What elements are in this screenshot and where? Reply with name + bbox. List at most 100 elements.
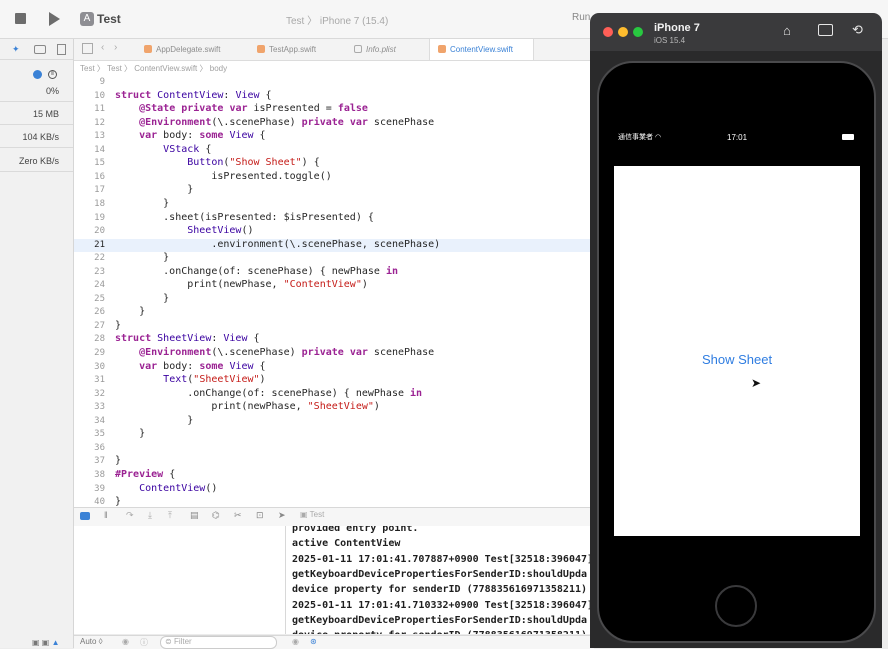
console-line: device property for senderID (7788356169… [292,584,588,596]
step-out-icon[interactable]: ⤒ [168,510,172,521]
code-line[interactable]: } [115,320,121,331]
stop-button[interactable] [15,13,26,24]
code-line[interactable]: .onChange(of: scenePhase) { newPhase in [115,266,398,277]
step-in-icon[interactable]: ⤓ [148,510,152,521]
code-editor[interactable]: 9 10 struct ContentView: View {11 @State p… [74,77,594,507]
home-icon[interactable]: ⌂ [783,23,791,38]
breadcrumb-project[interactable]: Test [80,64,95,73]
code-line[interactable]: ContentView() [115,483,217,494]
minimize-window-button[interactable] [618,27,628,37]
disk-value: Zero KB/s [18,156,59,166]
info-icon[interactable]: ⓘ [140,637,148,648]
grid-icon[interactable] [82,43,93,54]
console-line: 2025-01-11 17:01:41.707887+0900 Test[325… [292,553,594,565]
tab-testapp[interactable]: TestApp.swift [257,39,337,60]
eye-icon[interactable]: ◉ [122,637,129,646]
run-button[interactable] [49,12,60,26]
memory-graph-icon[interactable]: ⌬ [212,510,220,521]
forward-arrow-icon[interactable]: › [114,42,117,53]
app-screen[interactable]: Show Sheet ➤ [614,166,860,536]
navigator-tabs: ✦ [0,39,73,60]
line-number: 39 [94,483,105,494]
code-line[interactable]: } [115,293,169,304]
debug-navigator-icon[interactable]: ✦ [12,44,20,55]
code-line[interactable]: } [115,198,169,209]
line-number: 20 [94,226,105,237]
tab-infoplist[interactable]: Info.plist [354,39,424,60]
hide-debug-area-icon[interactable] [80,512,90,520]
code-line[interactable]: Text("SheetView") [115,374,265,385]
code-line[interactable]: print(newPhase, "ContentView") [115,279,368,290]
line-number: 17 [94,185,105,196]
back-arrow-icon[interactable]: ‹ [101,42,104,53]
code-line[interactable]: print(newPhase, "SheetView") [115,401,380,412]
environment-icon[interactable]: ✂ [234,510,242,521]
console-filter-icon[interactable]: ⊛ [310,637,317,646]
breadcrumb-file[interactable]: ContentView.swift [134,64,197,73]
location-icon[interactable]: ➤ [278,510,286,521]
list-icon[interactable] [57,44,66,55]
code-line[interactable]: #Preview { [115,469,175,480]
eye-icon[interactable]: ◉ [292,637,299,646]
target-selector[interactable]: ▣ Test [300,510,324,519]
scheme-selector[interactable]: Test 〉 iPhone 7 (15.4) [286,12,388,27]
processes-icon[interactable] [34,45,46,54]
line-number: 27 [94,320,105,331]
breadcrumb-symbol[interactable]: body [210,64,227,73]
step-over-icon[interactable]: ↷ [126,510,134,521]
line-number: 40 [94,497,105,508]
code-line[interactable]: } [115,252,169,263]
code-line[interactable]: } [115,306,145,317]
code-line[interactable]: struct ContentView: View { [115,90,272,101]
code-line[interactable]: } [115,184,193,195]
code-line[interactable]: } [115,496,121,507]
filter-icon[interactable]: ▲ [52,638,60,647]
code-line[interactable]: .sheet(isPresented: $isPresented) { [115,212,374,223]
tab-label: Info.plist [366,45,396,54]
code-line[interactable]: @State private var isPresented = false [115,103,368,114]
line-number: 19 [94,212,105,223]
filter-field[interactable]: ⊜ Filter [160,636,277,649]
status-time: 17:01 [727,133,748,142]
console-output[interactable]: provided entry point. active ContentView 2… [286,526,596,634]
code-line[interactable]: Button("Show Sheet") { [115,157,319,168]
code-line[interactable]: @Environment(\.scenePhase) private var s… [115,347,434,358]
close-window-button[interactable] [603,27,613,37]
pause-icon[interactable]: ‖ [104,510,108,520]
code-line[interactable]: } [115,455,121,466]
code-line[interactable]: struct SheetView: View { [115,333,260,344]
mouse-cursor-icon: ➤ [751,376,762,390]
line-number: 9 [99,77,105,87]
variables-view[interactable] [74,526,286,634]
line-number: 26 [94,307,105,318]
simulate-location-icon[interactable]: ⊡ [256,510,264,521]
code-line[interactable]: VStack { [115,144,211,155]
zoom-window-button[interactable] [633,27,643,37]
code-line[interactable]: @Environment(\.scenePhase) private var s… [115,117,434,128]
auto-selector[interactable]: Auto ◊ [80,637,103,646]
breadcrumb-folder[interactable]: Test [107,64,122,73]
code-line[interactable]: isPresented.toggle() [115,171,331,182]
debug-bar: ‖ ↷ ⤓ ⤒ ▤ ⌬ ✂ ⊡ ➤ ▣ Test [74,507,594,527]
line-number: 14 [94,144,105,155]
code-line[interactable]: .onChange(of: scenePhase) { newPhase in [115,388,422,399]
line-number: 18 [94,198,105,209]
home-button[interactable] [715,585,757,627]
code-line[interactable]: } [115,428,145,439]
rotate-icon[interactable]: ⟲ [852,22,863,38]
code-line[interactable]: } [115,415,193,426]
screenshot-icon[interactable] [818,24,833,36]
code-line[interactable]: .environment(\.scenePhase, scenePhase) [115,239,440,250]
code-line[interactable]: var body: some View { [115,130,265,141]
code-line[interactable]: SheetView() [115,225,253,236]
view-hierarchy-icon[interactable]: ▤ [190,510,199,521]
navigator-footer-icons[interactable]: ▣ ▣ ▲ [32,638,59,647]
tab-label: AppDelegate.swift [156,45,221,54]
tab-appdelegate[interactable]: AppDelegate.swift [144,39,234,60]
code-line[interactable]: var body: some View { [115,361,265,372]
tab-contentview[interactable]: ContentView.swift [429,39,534,60]
line-number: 16 [94,171,105,182]
line-number: 36 [94,442,105,453]
show-sheet-button[interactable]: Show Sheet [702,352,772,367]
divider [0,171,73,172]
